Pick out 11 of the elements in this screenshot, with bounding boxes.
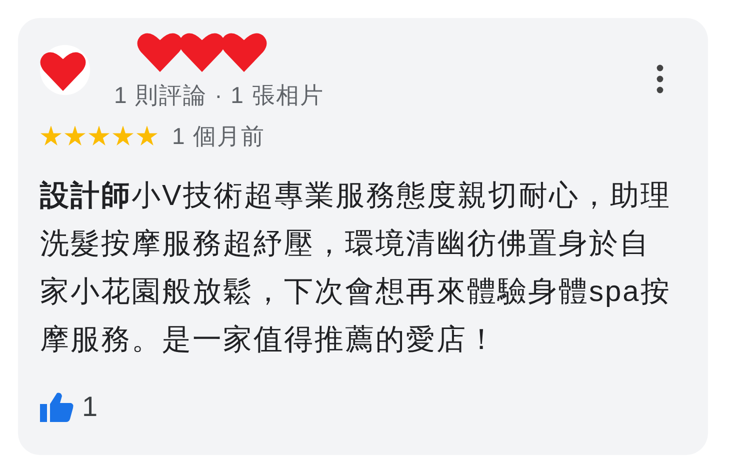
like-count: 1 — [82, 392, 98, 422]
more-options-icon[interactable] — [656, 64, 664, 94]
heart-icon — [136, 32, 184, 72]
thumbs-up-icon[interactable] — [40, 392, 74, 422]
avatar[interactable] — [40, 45, 90, 95]
heart-icon — [220, 32, 268, 72]
reviewer-meta: 1 則評論 · 1 張相片 — [114, 81, 324, 110]
heart-icon — [40, 51, 86, 91]
review-time: 1 個月前 — [172, 122, 266, 151]
heart-icon — [178, 32, 226, 72]
review-text: 設計師小V技術超專業服務態度親切耐心，助理洗髮按摩服務超紓壓，環境清幽彷佛置身於自家小花園般放鬆，下次會想再來體驗身體spa按摩服務。是一家值得推薦的愛店！ — [40, 179, 672, 358]
